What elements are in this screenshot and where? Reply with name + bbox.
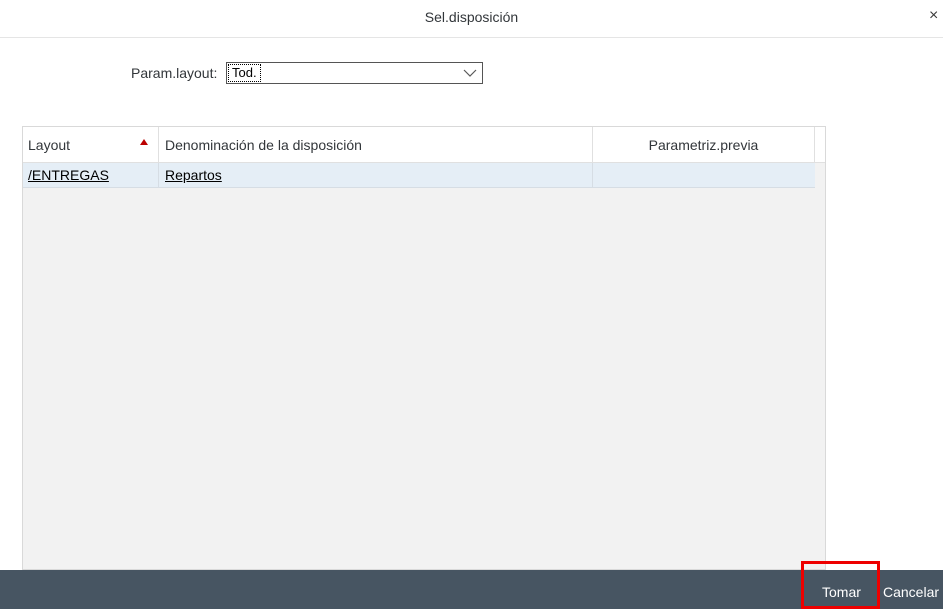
column-header-preset[interactable]: Parametriz.previa xyxy=(593,127,815,163)
cell-preset xyxy=(593,163,815,188)
param-layout-select[interactable]: Tod. xyxy=(226,62,483,84)
column-header-layout[interactable]: Layout xyxy=(23,127,159,163)
param-layout-label: Param.layout: xyxy=(131,65,218,81)
close-icon[interactable]: × xyxy=(929,7,938,24)
column-header-layout-label: Layout xyxy=(28,137,71,153)
column-header-filler xyxy=(815,127,825,163)
column-header-denomination-label: Denominación de la disposición xyxy=(165,137,362,153)
dialog-header: Sel.disposición × xyxy=(0,0,943,38)
denomination-link[interactable]: Repartos xyxy=(165,167,222,183)
cancel-button[interactable]: Cancelar xyxy=(883,570,939,609)
dialog-title: Sel.disposición xyxy=(424,9,519,25)
layout-table: Layout Denominación de la disposición Pa… xyxy=(22,126,826,570)
take-button[interactable]: Tomar xyxy=(822,570,861,609)
column-header-preset-label: Parametriz.previa xyxy=(648,137,759,153)
layout-link[interactable]: /ENTREGAS xyxy=(28,167,109,183)
column-header-denomination[interactable]: Denominación de la disposición xyxy=(159,127,593,163)
sort-ascending-icon xyxy=(140,139,148,145)
table-header: Layout Denominación de la disposición Pa… xyxy=(23,127,825,163)
cell-denomination: Repartos xyxy=(159,163,593,188)
param-layout-value[interactable]: Tod. xyxy=(228,64,261,82)
chevron-down-icon[interactable] xyxy=(462,65,478,81)
close-button[interactable]: × xyxy=(929,6,943,26)
cell-layout: /ENTREGAS xyxy=(23,163,159,188)
table-row[interactable]: /ENTREGAS Repartos xyxy=(23,163,815,188)
dialog-footer: Tomar Cancelar xyxy=(0,570,943,609)
